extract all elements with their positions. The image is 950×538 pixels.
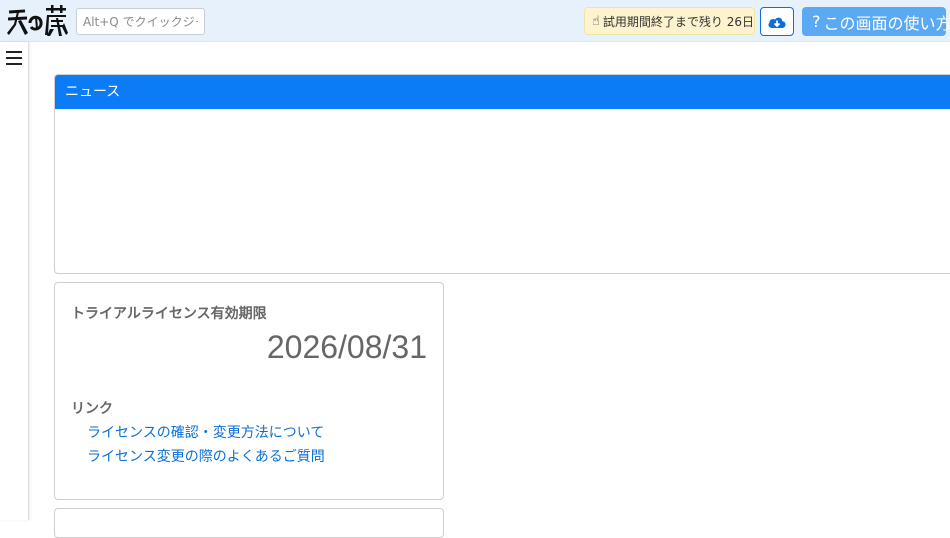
question-icon: ?	[812, 12, 821, 31]
app-logo[interactable]	[6, 3, 70, 39]
license-card: トライアルライセンス有効期限 2026/08/31 リンク ライセンスの確認・変…	[54, 282, 444, 500]
download-button[interactable]	[760, 7, 794, 36]
help-button-label: この画面の使い方	[824, 10, 950, 34]
news-panel: ニュース	[54, 74, 950, 274]
top-bar: ☝ 試用期間終了まで残り 26日 ? この画面の使い方	[0, 0, 950, 42]
license-expiry-label: トライアルライセンス有効期限	[71, 303, 267, 323]
license-expiry-date: 2026/08/31	[267, 329, 427, 366]
next-card	[54, 508, 444, 538]
hand-pointer-icon: ☝	[592, 14, 600, 29]
sidebar	[0, 42, 29, 520]
trial-badge-text: 試用期間終了まで残り 26日	[603, 13, 754, 30]
quick-jump-input[interactable]	[76, 8, 205, 35]
license-faq-link[interactable]: ライセンス変更の際のよくあるご質問	[87, 446, 325, 466]
news-title: ニュース	[55, 75, 950, 109]
hamburger-menu-icon[interactable]	[6, 51, 22, 67]
help-button[interactable]: ? この画面の使い方	[802, 7, 946, 36]
links-label: リンク	[71, 398, 113, 418]
cloud-download-icon	[767, 14, 787, 30]
license-help-link[interactable]: ライセンスの確認・変更方法について	[87, 422, 324, 442]
trial-status-badge: ☝ 試用期間終了まで残り 26日	[584, 7, 755, 35]
